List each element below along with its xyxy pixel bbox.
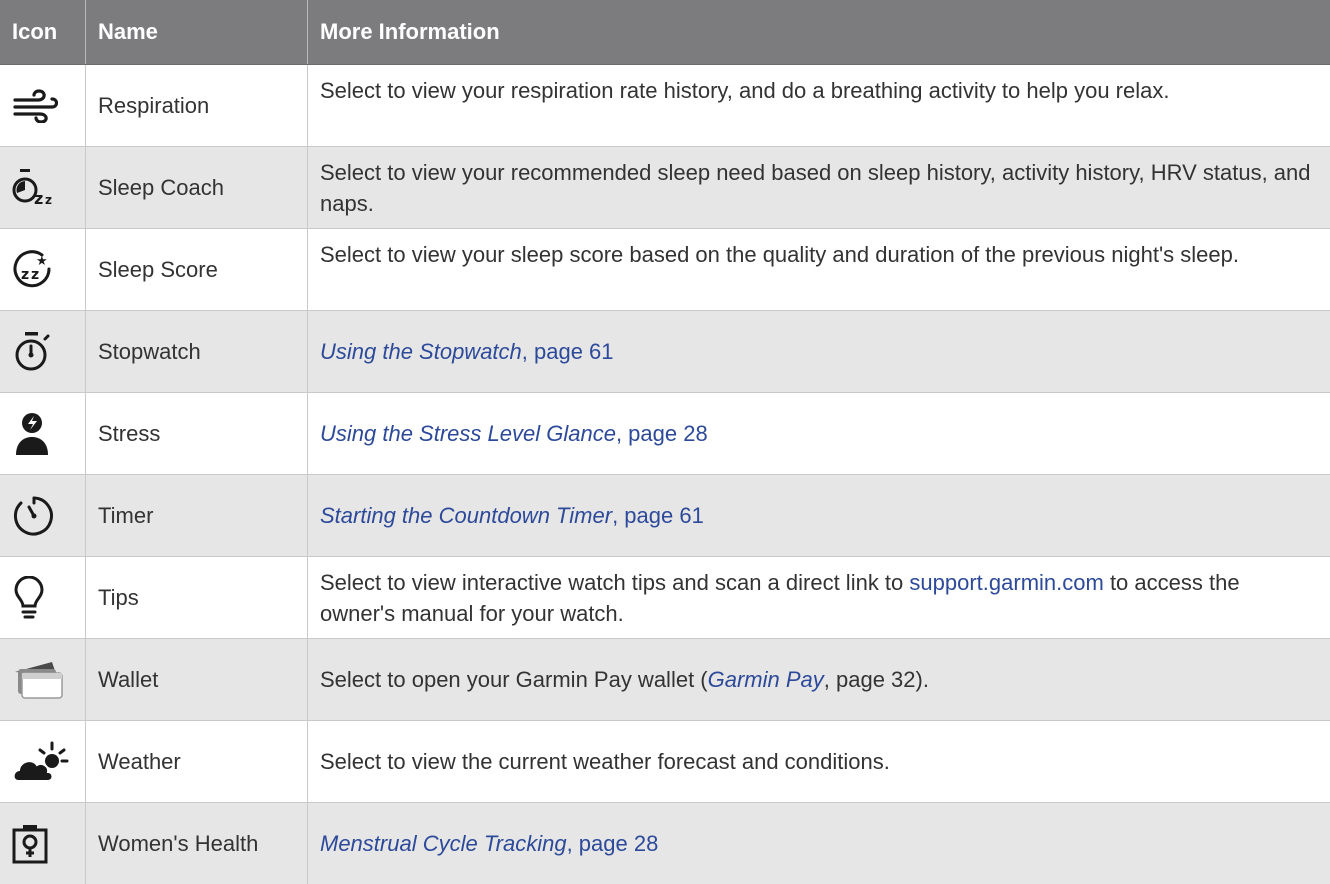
row-info: Select to view the current weather forec… [320, 749, 890, 774]
row-name: Weather [86, 721, 308, 802]
row-name: Stress [86, 393, 308, 474]
row-info: Select to view your recommended sleep ne… [320, 160, 1311, 216]
lightbulb-icon [0, 557, 86, 638]
row-info-text: Select to view interactive watch tips an… [320, 570, 910, 595]
glances-table: Icon Name More Information Respiration S… [0, 0, 1330, 884]
respiration-wind-icon [0, 65, 86, 146]
row-name: Tips [86, 557, 308, 638]
sleep-score-icon: z z ★ [0, 229, 86, 310]
page-reference[interactable]: , page 61 [522, 339, 614, 364]
table-header: Icon Name More Information [0, 0, 1330, 65]
header-info: More Information [320, 19, 500, 44]
row-info-text: , page 32). [823, 667, 929, 692]
table-row: Tips Select to view interactive watch ti… [0, 557, 1330, 639]
sleep-coach-icon: z z [0, 147, 86, 228]
weather-cloud-sun-icon [0, 721, 86, 802]
page-reference[interactable]: , page 28 [567, 831, 659, 856]
row-info: Select to view your respiration rate his… [320, 78, 1170, 103]
row-info: Using the Stress Level Glance, page 28 [308, 393, 1330, 474]
page-reference[interactable]: , page 61 [612, 503, 704, 528]
cross-reference-link[interactable]: Using the Stress Level Glance [320, 421, 616, 446]
row-info: Select to view your sleep score based on… [320, 242, 1239, 267]
svg-text:z: z [34, 189, 43, 208]
row-info: Select to open your Garmin Pay wallet (G… [308, 639, 1330, 720]
page-reference[interactable]: , page 28 [616, 421, 708, 446]
stress-icon [0, 393, 86, 474]
table-row: Respiration Select to view your respirat… [0, 65, 1330, 147]
svg-text:z: z [45, 193, 52, 207]
svg-text:★: ★ [36, 254, 48, 269]
row-name: Respiration [86, 65, 308, 146]
cross-reference-link[interactable]: Using the Stopwatch [320, 339, 522, 364]
svg-text:z: z [31, 267, 39, 283]
row-info: Menstrual Cycle Tracking, page 28 [308, 803, 1330, 884]
table-row: Stress Using the Stress Level Glance, pa… [0, 393, 1330, 475]
row-name: Women's Health [86, 803, 308, 884]
cross-reference-link[interactable]: Starting the Countdown Timer [320, 503, 612, 528]
row-name: Timer [86, 475, 308, 556]
table-row: Stopwatch Using the Stopwatch, page 61 [0, 311, 1330, 393]
table-row: z z Sleep Coach Select to view your reco… [0, 147, 1330, 229]
table-row: z z ★ Sleep Score Select to view your sl… [0, 229, 1330, 311]
row-name: Wallet [86, 639, 308, 720]
row-info: Starting the Countdown Timer, page 61 [308, 475, 1330, 556]
row-name: Sleep Coach [86, 147, 308, 228]
row-info: Select to view interactive watch tips an… [308, 557, 1330, 638]
table-row: Wallet Select to open your Garmin Pay wa… [0, 639, 1330, 721]
header-name: Name [86, 0, 308, 64]
wallet-cards-icon [0, 639, 86, 720]
svg-text:z: z [21, 267, 29, 283]
timer-icon [0, 475, 86, 556]
table-row: Weather Select to view the current weath… [0, 721, 1330, 803]
row-name: Stopwatch [86, 311, 308, 392]
cross-reference-link[interactable]: Menstrual Cycle Tracking [320, 831, 567, 856]
stopwatch-icon [0, 311, 86, 392]
support-link[interactable]: support.garmin.com [909, 570, 1103, 595]
table-row: Women's Health Menstrual Cycle Tracking,… [0, 803, 1330, 884]
row-name: Sleep Score [86, 229, 308, 310]
womens-health-icon [0, 803, 86, 884]
header-icon: Icon [0, 0, 86, 64]
garmin-pay-link[interactable]: Garmin Pay [708, 667, 824, 692]
table-row: Timer Starting the Countdown Timer, page… [0, 475, 1330, 557]
row-info-text: Select to open your Garmin Pay wallet ( [320, 667, 708, 692]
row-info: Using the Stopwatch, page 61 [308, 311, 1330, 392]
